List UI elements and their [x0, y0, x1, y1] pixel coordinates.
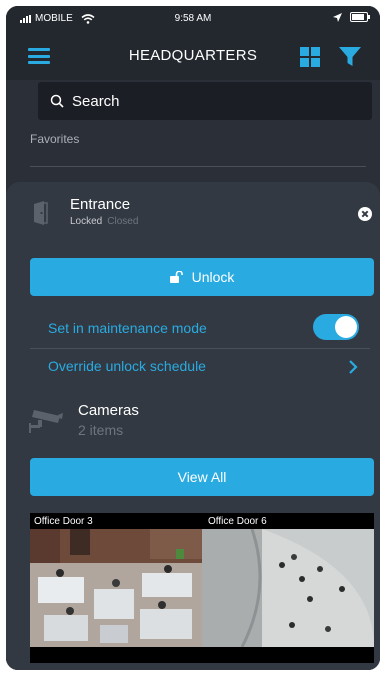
- toggle-knob: [335, 316, 357, 338]
- cameras-count: 2 items: [78, 422, 124, 438]
- status-right: [333, 12, 370, 22]
- location-arrow-icon: [333, 12, 342, 22]
- door-status: Locked Closed: [70, 216, 138, 227]
- page-title: HEADQUARTERS: [128, 47, 258, 64]
- maintenance-divider: [30, 348, 370, 349]
- lobby-scene-image: [202, 529, 374, 647]
- search-input[interactable]: [70, 91, 354, 111]
- camera-feed-office-door-6[interactable]: [202, 529, 374, 647]
- battery-icon: [350, 12, 370, 22]
- camera-feeds: Office Door 3 Office Door 6: [30, 513, 374, 663]
- maintenance-mode-toggle[interactable]: [313, 314, 359, 340]
- close-icon[interactable]: [358, 207, 372, 221]
- maintenance-mode-label: Set in maintenance mode: [48, 320, 207, 336]
- app-header: HEADQUARTERS: [6, 32, 380, 80]
- app-screen: MOBILE 9:58 AM HEADQUARTERS Search Favor…: [6, 6, 380, 670]
- door-icon: [34, 201, 48, 225]
- unlock-button-label: Unlock: [191, 269, 235, 285]
- camera-feed-office-door-3[interactable]: [30, 529, 202, 647]
- unlock-icon: [169, 271, 183, 283]
- chevron-right-icon[interactable]: [348, 359, 358, 375]
- battery-level: [352, 14, 364, 20]
- override-unlock-schedule-link[interactable]: Override unlock schedule: [48, 358, 206, 374]
- door-state: Closed: [107, 216, 139, 227]
- camera-icon: [29, 410, 63, 433]
- search-bar[interactable]: [38, 82, 372, 120]
- cameras-title: Cameras: [78, 402, 139, 419]
- favorites-label: Favorites: [30, 132, 80, 146]
- door-name: Entrance: [70, 196, 131, 213]
- office-scene-image: [30, 529, 202, 647]
- view-all-label: View All: [177, 469, 227, 485]
- favorites-divider: [30, 166, 366, 167]
- view-all-cameras-button[interactable]: View All: [30, 458, 374, 496]
- status-bar: MOBILE 9:58 AM: [6, 6, 380, 32]
- search-icon: [50, 94, 64, 108]
- camera-feed-label: Office Door 6: [208, 516, 267, 527]
- camera-feed-label: Office Door 3: [34, 516, 93, 527]
- phone-frame: MOBILE 9:58 AM HEADQUARTERS Search Favor…: [6, 6, 380, 670]
- grid-view-icon[interactable]: [300, 47, 320, 67]
- filter-icon[interactable]: [338, 46, 362, 68]
- door-detail-card: Entrance Locked Closed Unlock Set in main…: [6, 182, 380, 670]
- unlock-button[interactable]: Unlock: [30, 258, 374, 296]
- status-time: 9:58 AM: [174, 13, 212, 24]
- lock-state: Locked: [70, 216, 103, 227]
